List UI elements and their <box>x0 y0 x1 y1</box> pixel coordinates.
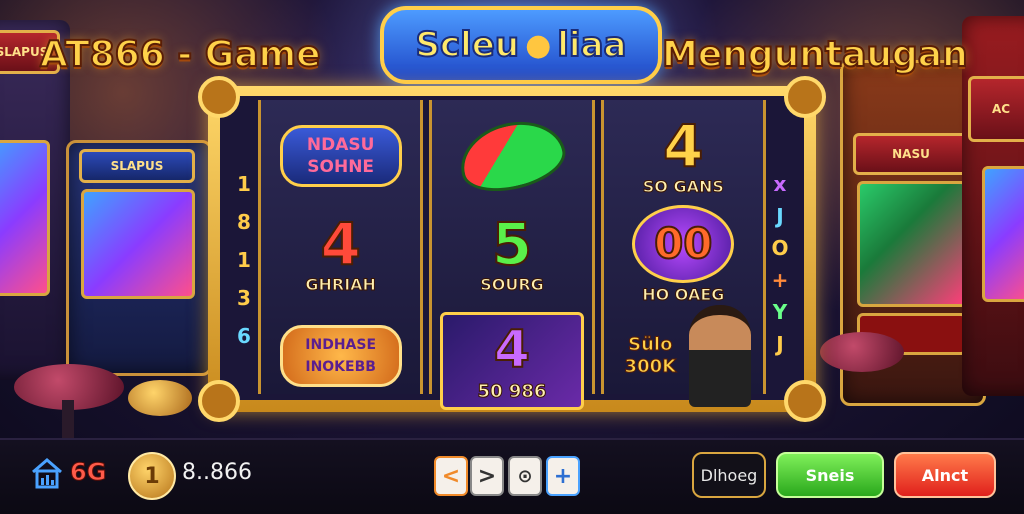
payline-number: 3 <box>237 286 251 310</box>
symbol-plate: Sülo 300K <box>624 334 677 378</box>
stool-leg <box>62 400 74 440</box>
chevron-right-icon: > <box>477 463 497 489</box>
slot-window: 1 8 1 3 6 x J O + Y J NDASU SOHNE 4 GHRI… <box>220 96 804 410</box>
reel: NDASU SOHNE 4 GHRIAH INDHASE INOKEBB <box>258 100 424 394</box>
payline-number: 1 <box>237 248 251 272</box>
payline-symbol: J <box>776 332 784 356</box>
home-icon[interactable] <box>30 456 64 490</box>
lives-count: 6G <box>69 458 107 487</box>
cabinet-screen <box>982 166 1024 302</box>
symbol-label: GHRIAH <box>305 274 377 294</box>
title-right: Menguntaugan <box>661 33 969 76</box>
reel-symbol: 00 HO OAEG <box>604 204 763 304</box>
add-button[interactable]: + <box>546 456 580 496</box>
cabinet-screen <box>0 140 50 296</box>
next-button[interactable]: > <box>470 456 504 496</box>
coin-icon: 1 <box>128 452 176 500</box>
settings-button[interactable]: ⊙ <box>508 456 542 496</box>
reel-symbol <box>432 106 591 206</box>
symbol-label: SO GANS <box>642 176 724 196</box>
frame-corner <box>784 76 826 118</box>
payline-symbol: O <box>771 236 789 260</box>
symbol-label: HO OAEG <box>642 284 725 304</box>
payline-symbols-right: x J O + Y J <box>770 172 790 356</box>
watermelon-icon <box>452 111 572 201</box>
payline-number: 1 <box>237 172 251 196</box>
symbol-label: SOURG <box>480 274 545 294</box>
duck-icon: ● <box>525 27 552 63</box>
balance-value: 8..866 <box>182 460 252 485</box>
symbol-number: 4 <box>319 209 361 278</box>
payline-number: 6 <box>237 324 251 348</box>
frame-corner <box>784 380 826 422</box>
arcade-cabinet-left: SLAPUS <box>66 140 212 376</box>
reel-symbol: Sülo 300K <box>604 305 763 407</box>
payline-numbers-left: 1 8 1 3 6 <box>234 172 254 348</box>
slot-frame: 1 8 1 3 6 x J O + Y J NDASU SOHNE 4 GHRI… <box>198 76 826 422</box>
payline-symbol: x <box>773 172 787 196</box>
reel-symbol: INDHASE INOKEBB <box>261 306 420 406</box>
reel-symbol: 5 SOURG <box>432 204 591 304</box>
stool <box>820 332 904 372</box>
prev-button[interactable]: < <box>434 456 468 496</box>
symbol-label: 50 986 <box>477 380 547 402</box>
reel-symbol: 4 SO GANS <box>604 106 763 206</box>
frame-corner <box>198 76 240 118</box>
payline-symbol: Y <box>772 300 788 324</box>
payline-number: 8 <box>237 210 251 234</box>
info-button[interactable]: Dlhoeg <box>692 452 766 498</box>
reel-symbol: 4 GHRIAH <box>261 204 420 304</box>
reel-symbol: 4 50 986 <box>440 312 584 410</box>
reel: 5 SOURG 4 50 986 <box>429 100 595 410</box>
symbol-plate: NDASU SOHNE <box>279 125 402 187</box>
cabinet-marquee: SLAPUS <box>79 149 195 183</box>
game-title: AT866 - Game Scleu ● liaa Menguntaugan <box>0 6 1024 88</box>
reel-symbol: NDASU SOHNE <box>261 106 420 206</box>
player-avatar <box>689 305 752 407</box>
symbol-number: 5 <box>491 209 533 278</box>
logo-text-right: liaa <box>556 24 627 66</box>
game-logo: Scleu ● liaa <box>380 6 662 84</box>
symbol-plate: INDHASE INOKEBB <box>279 325 402 387</box>
stool <box>128 380 192 416</box>
reel: 4 SO GANS 00 HO OAEG Sülo 300K <box>600 100 766 407</box>
coin-symbol: 1 <box>144 463 160 489</box>
title-left: AT866 - Game <box>39 33 322 76</box>
chevron-left-icon: < <box>441 463 461 489</box>
cabinet-screen <box>81 189 195 299</box>
frame-corner <box>198 380 240 422</box>
symbol-number: 4 <box>662 111 704 180</box>
auto-button[interactable]: Alnct <box>894 452 996 498</box>
logo-text-left: Scleu <box>415 24 521 66</box>
cabinet-marquee: NASU <box>853 133 969 175</box>
payline-symbol: + <box>771 268 789 292</box>
bonus-circle: 00 <box>632 204 735 283</box>
reels: NDASU SOHNE 4 GHRIAH INDHASE INOKEBB 5 S… <box>258 100 766 410</box>
spin-button[interactable]: Sneis <box>776 452 884 498</box>
symbol-number: 4 <box>493 319 531 380</box>
cabinet-screen <box>857 181 967 307</box>
symbol-number: 00 <box>653 218 713 268</box>
gear-icon: ⊙ <box>517 465 533 487</box>
plus-icon: + <box>553 463 573 489</box>
payline-symbol: J <box>776 204 784 228</box>
